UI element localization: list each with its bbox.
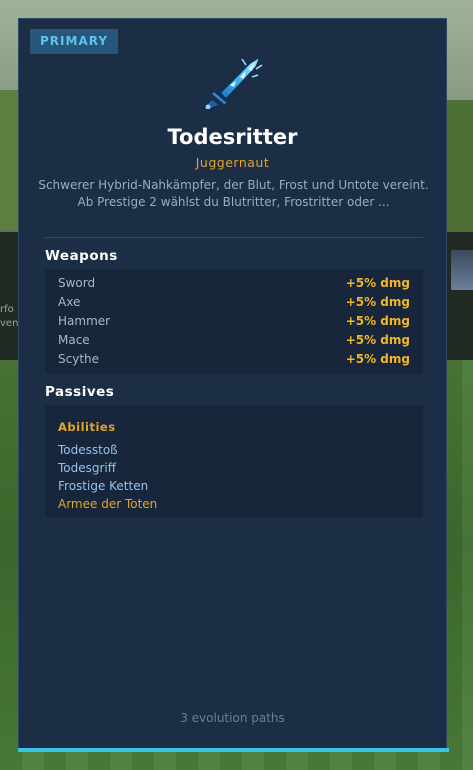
weapon-name: Hammer	[58, 314, 111, 328]
passives-heading: Passives	[45, 384, 115, 400]
weapon-bonus: +5% dmg	[345, 276, 410, 290]
ultimate-ability-item: Armee der Toten	[58, 497, 158, 511]
background-left-text: rfo ven	[0, 303, 18, 331]
card-highlight-bar	[18, 748, 449, 752]
weapon-name: Scythe	[58, 352, 100, 366]
primary-badge: PRIMARY	[30, 29, 119, 54]
class-card[interactable]: PRIMARY Todesritter Juggernaut Schwerer …	[18, 18, 447, 751]
weapon-row: Axe +5% dmg	[58, 293, 410, 312]
weapon-bonus: +5% dmg	[345, 333, 410, 347]
weapon-bonus: +5% dmg	[345, 314, 410, 328]
weapon-name: Sword	[58, 276, 96, 290]
ability-list: Todesstoß Todesgriff Frostige Ketten Arm…	[58, 441, 410, 513]
abilities-heading: Abilities	[58, 420, 116, 434]
weapon-row: Scythe +5% dmg	[58, 350, 410, 369]
section-divider	[45, 237, 423, 238]
ability-item: Todesgriff	[58, 461, 117, 475]
background-character-icon	[451, 250, 473, 290]
ability-item: Frostige Ketten	[58, 479, 149, 493]
weapons-heading: Weapons	[45, 248, 118, 264]
ability-item: Todesstoß	[58, 443, 118, 457]
class-description: Schwerer Hybrid-Nahkämpfer, der Blut, Fr…	[38, 178, 429, 209]
weapon-row: Sword +5% dmg	[58, 274, 410, 293]
weapons-panel: Sword +5% dmg Axe +5% dmg Hammer +5% dmg…	[45, 269, 423, 374]
weapon-bonus: +5% dmg	[345, 352, 410, 366]
weapon-name: Mace	[58, 333, 90, 347]
weapon-row: Mace +5% dmg	[58, 331, 410, 350]
weapon-name: Axe	[58, 295, 81, 309]
background-left-text-line: ven	[0, 318, 19, 329]
background-left-text-line: rfo	[0, 304, 14, 315]
class-title: Todesritter	[167, 125, 298, 149]
passives-panel: Abilities Todesstoß Todesgriff Frostige …	[45, 405, 423, 517]
weapon-bonus: +5% dmg	[345, 295, 410, 309]
evolution-paths-count: 3 evolution paths	[180, 711, 285, 725]
ice-sword-icon	[204, 55, 263, 109]
weapon-row: Hammer +5% dmg	[58, 312, 410, 331]
class-subtitle: Juggernaut	[195, 155, 270, 170]
